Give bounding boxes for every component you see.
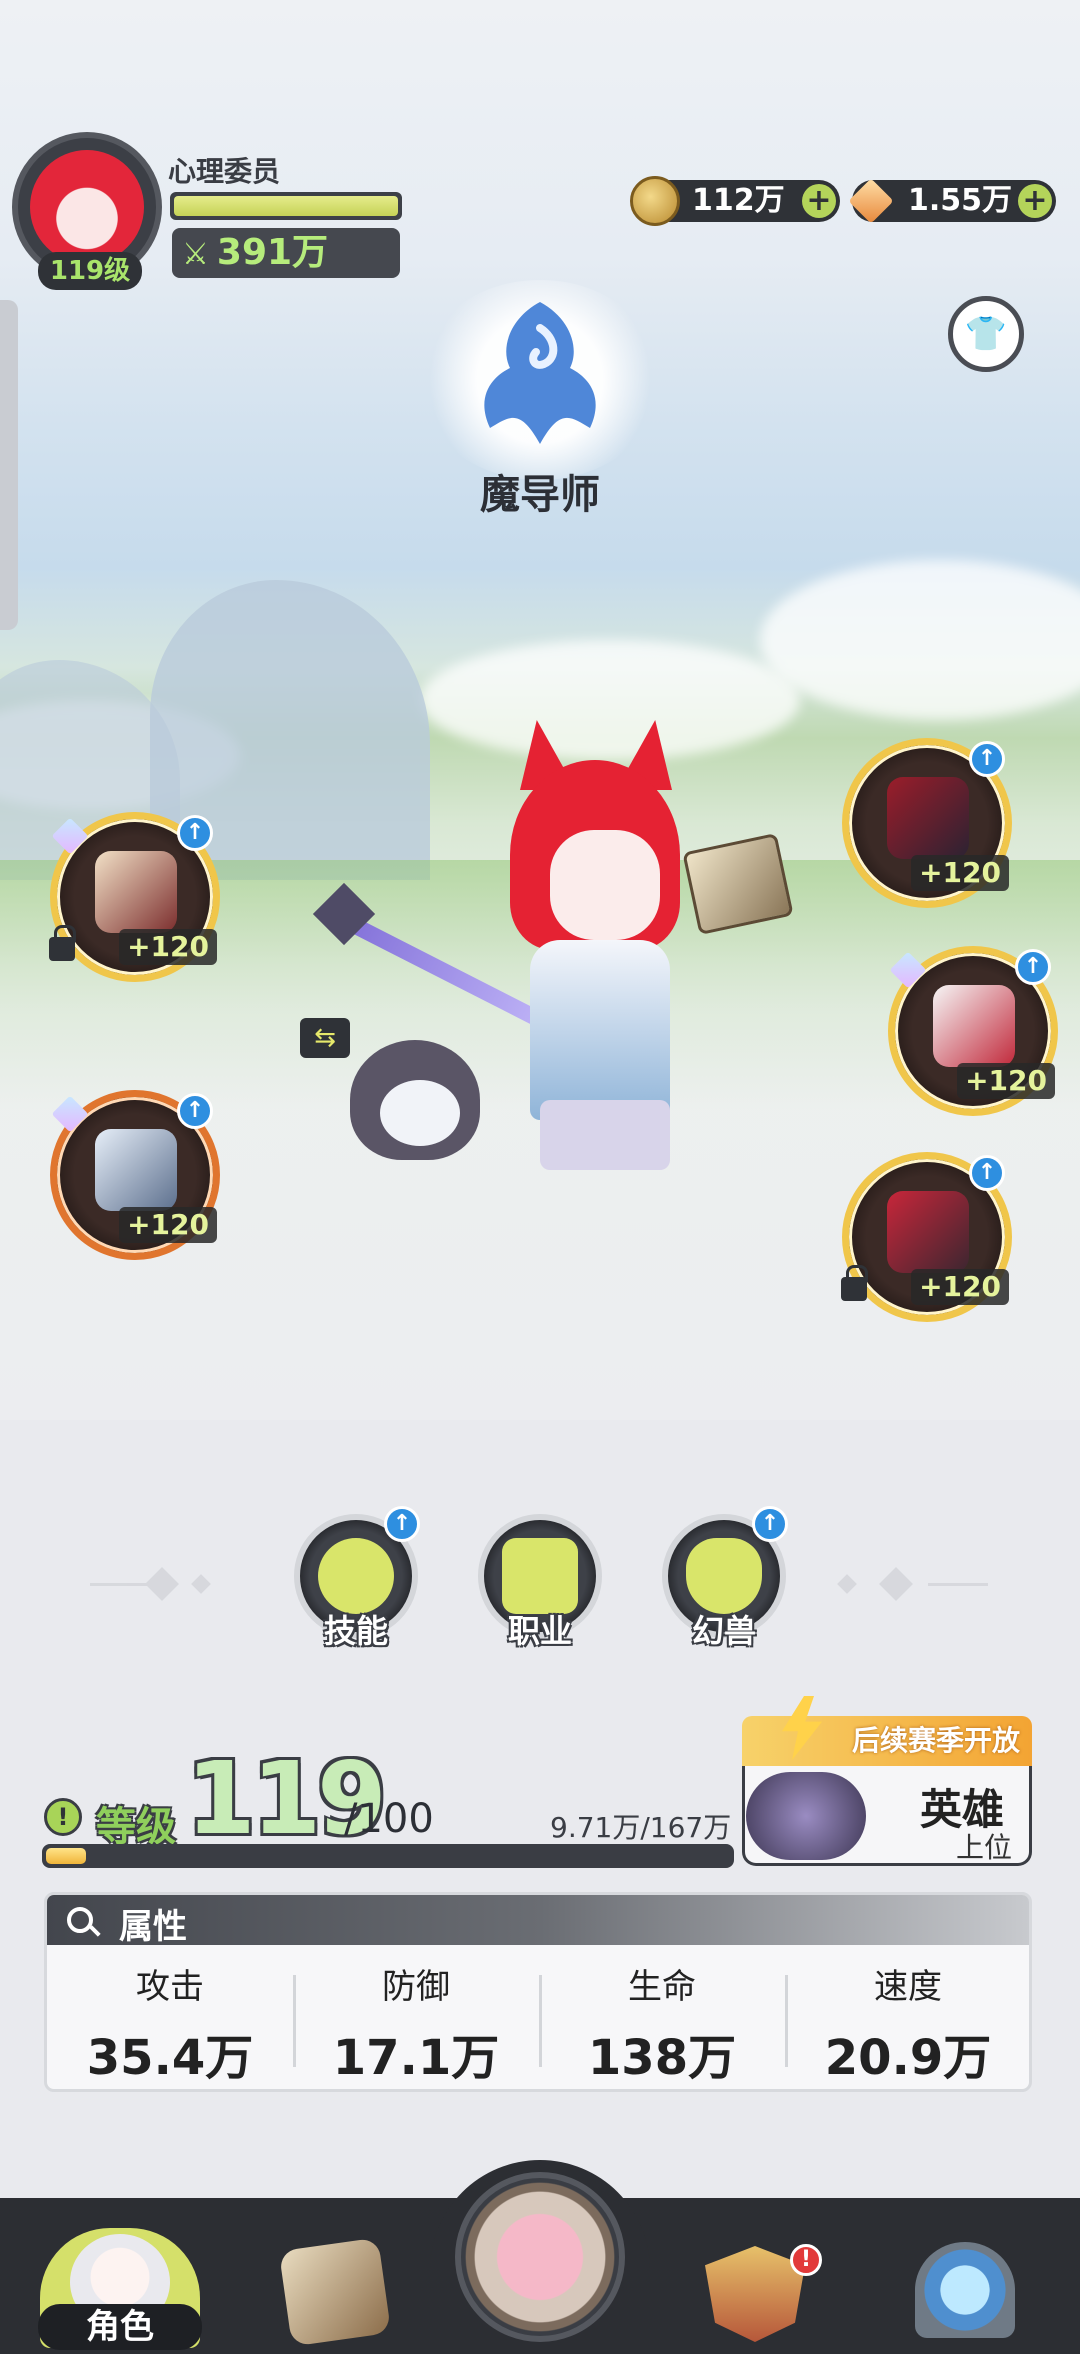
divider-ornament-left [90, 1564, 240, 1604]
search-icon [67, 1907, 93, 1933]
character-legs [540, 1100, 670, 1170]
enhance-level: +120 [119, 1207, 217, 1243]
rank-banner: 后续赛季开放 [742, 1716, 1032, 1766]
diamond-gem-icon [846, 176, 896, 226]
gem-value: 1.55万 [908, 183, 1013, 218]
attr-hp: 生命 138万 [539, 1955, 785, 2086]
shirt-icon: 👕 [964, 314, 1008, 354]
attr-label: 生命 [628, 1967, 696, 2007]
quest-book-icon [278, 2237, 392, 2347]
phantom-beast-button[interactable]: ↑ 幻兽 [656, 1506, 792, 1658]
attr-defense: 防御 17.1万 [293, 1955, 539, 2086]
attr-label: 防御 [382, 1967, 450, 2007]
class-emblem[interactable] [418, 280, 662, 480]
equip-slot-boots[interactable]: ↑ +120 [841, 1152, 1012, 1322]
upgrade-arrow-icon: ↑ [752, 1506, 788, 1542]
skill-label: 技能 [323, 1612, 388, 1650]
attr-speed: 速度 20.9万 [785, 1955, 1029, 2086]
character-outfit [530, 940, 670, 1120]
rank-emblem-icon [746, 1772, 866, 1860]
phantom-beast-pet[interactable] [340, 1010, 490, 1170]
gem-currency: 1.55万 + [852, 180, 1056, 222]
upgrade-arrow-icon: ↑ [384, 1506, 420, 1542]
level-exp-text: 9.71万/167万 [550, 1811, 732, 1844]
phantom-beast-icon [686, 1538, 762, 1614]
belt-item-icon [887, 777, 969, 859]
phantom-beast-label: 幻兽 [691, 1612, 756, 1650]
boots-item-icon [887, 1191, 969, 1273]
player-level-badge: 119级 [38, 252, 142, 290]
attr-label: 攻击 [136, 1967, 204, 2007]
armor-item-icon [933, 985, 1015, 1067]
mage-class-icon [484, 302, 596, 444]
function-buttons: ↑ 技能 职业 ↑ 幻兽 [0, 1506, 1080, 1668]
attr-value: 35.4万 [86, 2030, 254, 2086]
swap-pet-icon[interactable]: ⇆ [300, 1018, 350, 1058]
equip-slot-tome[interactable]: ↑ +120 [50, 1090, 220, 1260]
alert-badge-icon: ! [790, 2244, 822, 2276]
upgrade-arrow-icon: ↑ [1015, 949, 1051, 985]
player-name: 心理委员 [168, 155, 281, 188]
upgrade-arrow-icon: ↑ [177, 1093, 213, 1129]
combat-power-icon: ⚔ [182, 237, 209, 272]
combat-power-value: 391万 [216, 232, 329, 273]
upgrade-arrow-icon: ↑ [969, 741, 1005, 777]
profession-label: 职业 [507, 1612, 572, 1650]
add-gold-button[interactable]: + [802, 184, 836, 218]
nav-portal[interactable] [900, 2222, 1030, 2354]
attr-value: 17.1万 [332, 2030, 500, 2086]
home-house-icon[interactable] [455, 2172, 625, 2342]
equip-slot-belt[interactable]: ↑ +120 [842, 738, 1012, 908]
attr-label: 速度 [874, 1967, 942, 2007]
attr-value: 20.9万 [824, 2030, 992, 2086]
equip-slot-weapon[interactable]: ↑ +120 [49, 812, 220, 982]
bracelet-item-icon [95, 851, 177, 933]
divider-ornament-right [837, 1564, 990, 1604]
attr-attack: 攻击 35.4万 [47, 1955, 293, 2086]
player-character[interactable] [500, 720, 700, 1180]
pet-face [380, 1080, 460, 1146]
nav-quest[interactable] [270, 2224, 400, 2354]
rank-card[interactable]: 后续赛季开放 英雄 上位 [742, 1696, 1032, 1866]
gold-value: 112万 [692, 183, 785, 218]
player-exp-bar [170, 192, 402, 220]
cloud [760, 560, 1080, 720]
nav-character-label: 角色 [38, 2304, 202, 2350]
exclamation-icon[interactable]: ! [44, 1798, 82, 1836]
upgrade-arrow-icon: ↑ [969, 1155, 1005, 1191]
attributes-header: 属性 [47, 1895, 1029, 1947]
attributes-panel[interactable]: 属性 攻击 35.4万 防御 17.1万 生命 138万 速度 20.9万 [44, 1892, 1032, 2092]
skill-button[interactable]: ↑ 技能 [288, 1506, 424, 1658]
gold-coin-icon [630, 176, 680, 226]
enhance-level: +120 [911, 855, 1009, 891]
rank-subtitle: 上位 [956, 1831, 1013, 1864]
portal-gate-icon [915, 2242, 1015, 2338]
gold-currency: 112万 + [630, 176, 840, 226]
tome-item-icon [95, 1129, 177, 1211]
level-max: /100 [344, 1796, 434, 1842]
outfit-button[interactable]: 👕 [948, 296, 1024, 372]
class-name: 魔导师 [480, 472, 600, 518]
lock-icon [841, 1265, 868, 1301]
attr-value: 138万 [587, 2030, 737, 2086]
attributes-title: 属性 [119, 1907, 187, 1947]
combat-power: ⚔ 391万 [172, 228, 400, 278]
level-exp-fill [46, 1848, 86, 1864]
profession-button[interactable]: 职业 [472, 1508, 608, 1658]
enhance-level: +120 [119, 929, 217, 965]
lock-icon [49, 925, 76, 961]
player-exp-fill [174, 196, 398, 216]
upgrade-arrow-icon: ↑ [177, 815, 213, 851]
player-avatar[interactable]: 119级 [12, 132, 162, 290]
add-gem-button[interactable]: + [1018, 184, 1052, 218]
enhance-level: +120 [957, 1063, 1055, 1099]
character-face [550, 830, 660, 940]
avatar-portrait [30, 150, 144, 264]
level-exp-bar [42, 1844, 734, 1868]
profession-icon [502, 1538, 578, 1614]
equip-slot-armor[interactable]: ↑ +120 [888, 946, 1058, 1116]
skill-icon [318, 1538, 394, 1614]
enhance-level: +120 [911, 1269, 1009, 1305]
